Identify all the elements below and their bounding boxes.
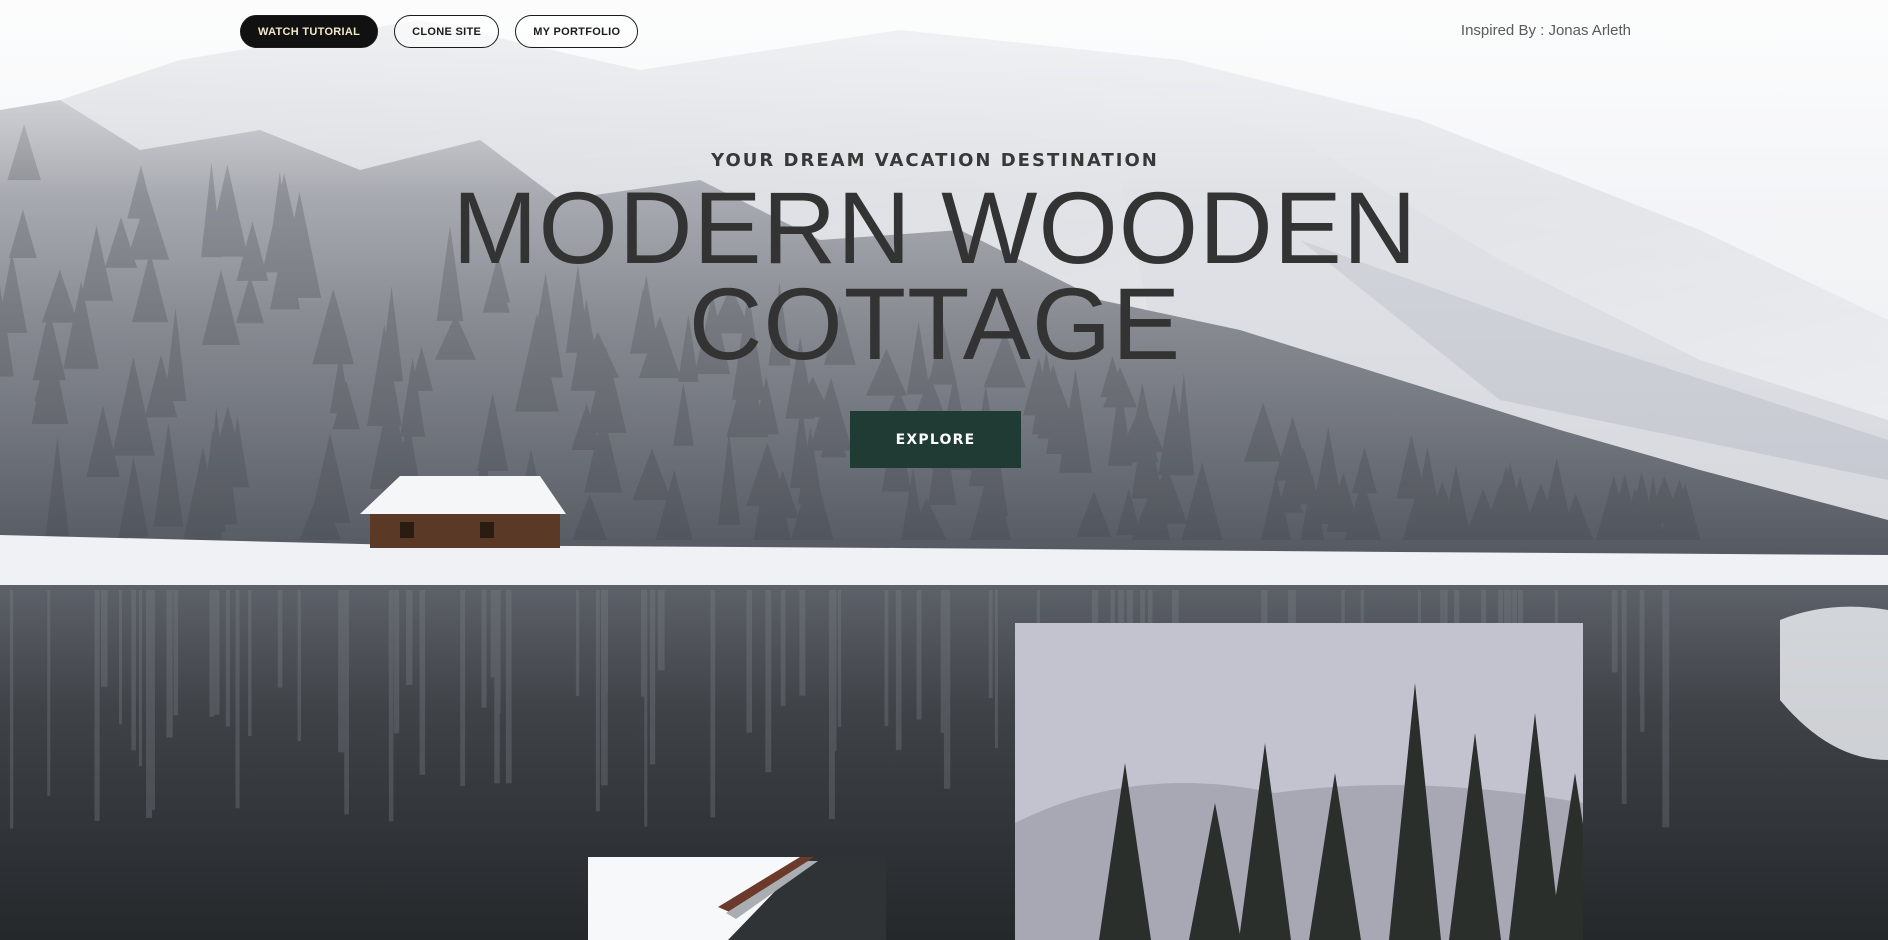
cabin-roof-image [588,857,886,940]
my-portfolio-button[interactable]: MY PORTFOLIO [515,15,639,48]
clone-site-button[interactable]: CLONE SITE [394,15,500,48]
credit-text: Inspired By : Jonas Arleth [1460,22,1631,39]
hero-eyebrow: YOUR DREAM VACATION DESTINATION [711,150,1159,171]
cabin [360,476,566,548]
cabin-photo-card [588,857,886,940]
hero-section: WATCH TUTORIAL CLONE SITE MY PORTFOLIO I… [0,0,1888,940]
forest-trees-image [1015,623,1583,940]
explore-button[interactable]: EXPLORE [850,411,1021,468]
top-nav: WATCH TUTORIAL CLONE SITE MY PORTFOLIO [240,15,639,48]
hero-title-line-1: MODERN WOODEN [452,171,1418,285]
hero-title: MODERN WOODEN COTTAGE [0,171,1870,381]
forest-photo-card [1015,623,1583,940]
hero-background-image [0,0,1888,940]
hero-title-line-2: COTTAGE [688,267,1182,381]
watch-tutorial-button[interactable]: WATCH TUTORIAL [240,15,379,48]
